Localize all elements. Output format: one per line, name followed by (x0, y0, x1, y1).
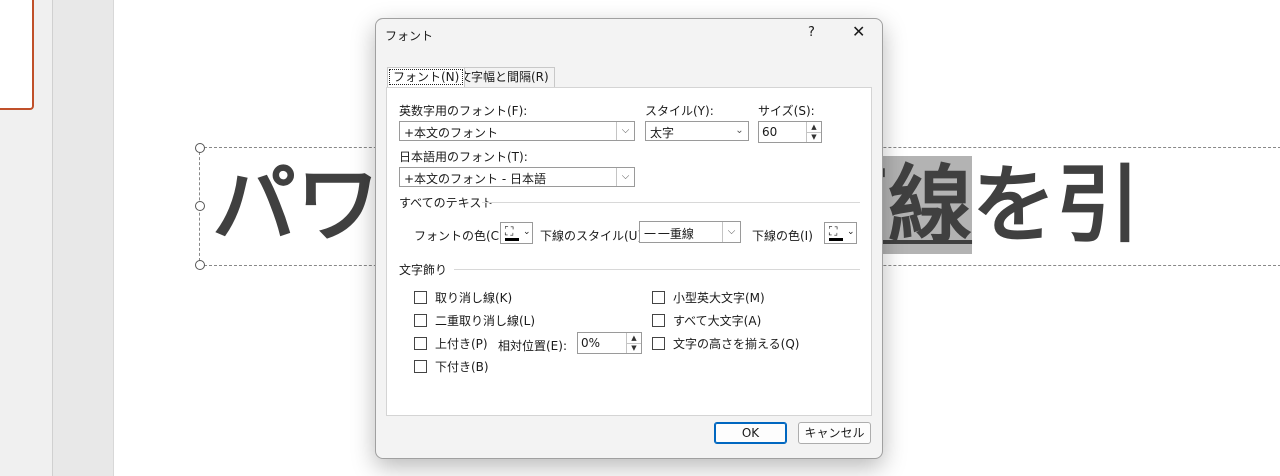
slide-thumbnail-pane (0, 0, 53, 476)
resize-handle-top-left[interactable] (195, 143, 205, 153)
color-swatch (505, 238, 519, 241)
color-swatch (829, 238, 843, 241)
slide-text-before: パワ (212, 156, 381, 254)
underline-style-label: 下線のスタイル(U) (540, 229, 643, 243)
chevron-down-icon[interactable]: ⌄ (731, 122, 748, 140)
asian-font-value: +本文のフォント - 日本語 (404, 172, 547, 186)
checkbox-box[interactable] (414, 314, 427, 327)
size-value: 60 (762, 125, 778, 139)
effects-heading: 文字飾り (399, 263, 448, 277)
underline-style-combo[interactable]: 一 一重線 ⌵ (639, 221, 741, 243)
tab-character-spacing[interactable]: 文字幅と間隔(R) (453, 67, 555, 87)
chevron-down-icon: ⌄ (847, 227, 855, 237)
checkbox-box[interactable] (652, 314, 665, 327)
checkbox-box[interactable] (414, 360, 427, 373)
checkbox-box[interactable] (652, 291, 665, 304)
latin-font-combo[interactable]: +本文のフォント ⌵ (399, 121, 635, 141)
equalize-height-checkbox[interactable]: 文字の高さを揃える(Q) (652, 335, 799, 352)
font-color-button[interactable]: ⛶ ⌄ (500, 222, 533, 244)
editor-gutter (53, 0, 114, 476)
dialog-titlebar[interactable]: フォント ? ✕ (376, 19, 882, 49)
strikethrough-checkbox[interactable]: 取り消し線(K) (414, 289, 512, 306)
asian-font-label: 日本語用のフォント(T): (399, 150, 528, 164)
chevron-down-icon: ⌄ (523, 227, 531, 237)
double-strikethrough-label: 二重取り消し線(L) (435, 314, 536, 328)
underline-style-value: 一 一重線 (644, 227, 694, 241)
superscript-label: 上付き(P) (435, 337, 488, 351)
offset-label: 相対位置(E): (498, 339, 567, 353)
paint-bucket-icon: ⛶ (829, 224, 838, 238)
slide-thumbnail[interactable] (0, 0, 34, 110)
style-combo[interactable]: 太字 ⌄ (645, 121, 749, 141)
divider (482, 202, 860, 203)
offset-spinner[interactable]: 0% ▲ ▼ (577, 332, 642, 354)
tab-font[interactable]: フォント(N) (387, 67, 466, 87)
chevron-down-icon[interactable]: ⌵ (616, 168, 634, 186)
underline-color-label: 下線の色(I) (752, 229, 813, 243)
superscript-checkbox[interactable]: 上付き(P) (414, 335, 488, 352)
dialog-title: フォント (385, 29, 434, 43)
slide-text-after: を引 (972, 156, 1141, 254)
subscript-checkbox[interactable]: 下付き(B) (414, 358, 489, 375)
cancel-button[interactable]: キャンセル (798, 422, 871, 444)
paint-bucket-icon: ⛶ (505, 224, 514, 238)
all-text-heading: すべてのテキスト (399, 196, 494, 210)
asian-font-combo[interactable]: +本文のフォント - 日本語 ⌵ (399, 167, 635, 187)
ok-button[interactable]: OK (714, 422, 787, 444)
chevron-down-icon[interactable]: ⌵ (722, 222, 740, 242)
size-label: サイズ(S): (758, 104, 815, 118)
double-strikethrough-checkbox[interactable]: 二重取り消し線(L) (414, 312, 535, 329)
checkbox-box[interactable] (652, 337, 665, 350)
font-color-label: フォントの色(C) (414, 229, 504, 243)
spin-down-icon[interactable]: ▼ (806, 132, 821, 142)
all-caps-checkbox[interactable]: すべて大文字(A) (652, 312, 761, 329)
all-caps-label: すべて大文字(A) (673, 314, 762, 328)
font-tab-panel: 英数字用のフォント(F): +本文のフォント ⌵ スタイル(Y): 太字 ⌄ サ… (386, 87, 872, 416)
latin-font-value: +本文のフォント (404, 126, 499, 140)
latin-font-label: 英数字用のフォント(F): (399, 104, 528, 118)
small-caps-checkbox[interactable]: 小型英大文字(M) (652, 289, 765, 306)
resize-handle-middle-left[interactable] (195, 201, 205, 211)
spin-down-icon[interactable]: ▼ (626, 343, 641, 353)
equalize-height-label: 文字の高さを揃える(Q) (673, 337, 800, 351)
style-value: 太字 (650, 126, 675, 140)
offset-value: 0% (581, 336, 601, 350)
size-spinner[interactable]: 60 ▲ ▼ (758, 121, 822, 143)
divider (454, 269, 860, 270)
style-label: スタイル(Y): (645, 104, 714, 118)
strikethrough-label: 取り消し線(K) (435, 291, 513, 305)
underline-color-button[interactable]: ⛶ ⌄ (824, 222, 857, 244)
font-dialog: フォント ? ✕ フォント(N) 文字幅と間隔(R) 英数字用のフォント(F):… (375, 18, 883, 459)
close-icon[interactable]: ✕ (852, 22, 865, 41)
subscript-label: 下付き(B) (435, 360, 489, 374)
checkbox-box[interactable] (414, 291, 427, 304)
resize-handle-bottom-left[interactable] (195, 260, 205, 270)
help-icon[interactable]: ? (808, 25, 815, 40)
chevron-down-icon[interactable]: ⌵ (616, 122, 634, 140)
checkbox-box[interactable] (414, 337, 427, 350)
small-caps-label: 小型英大文字(M) (673, 291, 765, 305)
